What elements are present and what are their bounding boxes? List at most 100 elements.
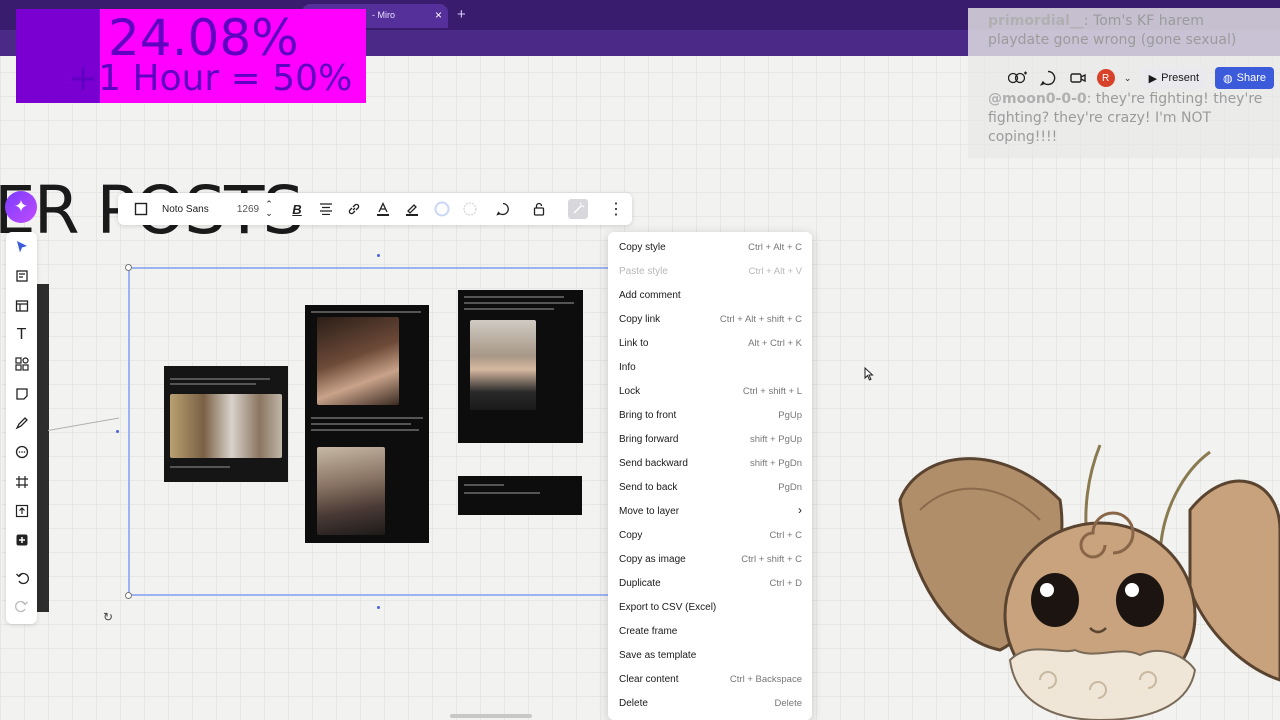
menu-item-lock[interactable]: Lock Ctrl + shift + L: [608, 380, 812, 404]
menu-item-label: Bring forward: [619, 434, 679, 445]
new-tab-button[interactable]: +: [457, 6, 466, 23]
menu-item-send-to-back[interactable]: Send to back PgDn: [608, 476, 812, 500]
menu-item-copy-as-image[interactable]: Copy as image Ctrl + shift + C: [608, 548, 812, 572]
present-button[interactable]: ▶ Present: [1140, 67, 1208, 89]
fill-color-icon[interactable]: [431, 193, 453, 225]
redo-icon[interactable]: [10, 594, 33, 617]
menu-item-copy[interactable]: Copy Ctrl + C: [608, 524, 812, 548]
menu-item-bring-forward[interactable]: Bring forward shift + PgUp: [608, 428, 812, 452]
shapes-icon[interactable]: [10, 352, 33, 375]
menu-item-send-backward[interactable]: Send backward shift + PgDn: [608, 452, 812, 476]
menu-item-copy-link[interactable]: Copy link Ctrl + Alt + shift + C: [608, 308, 812, 332]
menu-item-shortcut: Alt + Ctrl + K: [748, 338, 802, 349]
upload-icon[interactable]: [10, 499, 33, 522]
opacity-icon[interactable]: [459, 193, 481, 225]
menu-item-label: Link to: [619, 338, 649, 349]
rotate-icon[interactable]: ↻: [103, 610, 113, 624]
chevron-down-icon[interactable]: ⌄: [1123, 67, 1133, 89]
mouse-cursor-icon: [864, 366, 874, 384]
menu-item-shortcut: PgUp: [778, 410, 802, 421]
connection-dot-bottom[interactable]: [377, 606, 380, 609]
menu-item-clear-content[interactable]: Clear content Ctrl + Backspace: [608, 668, 812, 692]
comment-icon[interactable]: [492, 193, 514, 225]
left-toolbar: T: [6, 232, 37, 624]
shape-type-icon[interactable]: [130, 193, 152, 225]
table-icon[interactable]: [10, 294, 33, 317]
templates-icon[interactable]: [10, 264, 33, 287]
menu-item-link-to[interactable]: Link to Alt + Ctrl + K: [608, 332, 812, 356]
menu-item-label: Move to layer: [619, 506, 680, 517]
tab-close-icon[interactable]: ×: [435, 8, 442, 22]
top-right-toolbar: R ⌄ ▶ Present ◍ Share: [1000, 62, 1274, 94]
menu-item-duplicate[interactable]: Duplicate Ctrl + D: [608, 572, 812, 596]
sticky-note-icon[interactable]: [10, 382, 33, 405]
overlay-percent: 24.08%: [108, 9, 299, 67]
comment-tool-icon[interactable]: [10, 440, 33, 463]
menu-item-label: Bring to front: [619, 410, 677, 421]
connection-dot-left[interactable]: [116, 430, 119, 433]
highlight-icon[interactable]: [401, 193, 423, 225]
menu-item-shortcut: Ctrl + Alt + V: [748, 266, 802, 277]
ai-magic-icon[interactable]: [567, 193, 589, 225]
menu-item-export-csv[interactable]: Export to CSV (Excel): [608, 596, 812, 620]
menu-item-label: Copy as image: [619, 554, 686, 565]
menu-item-shortcut: Ctrl + D: [769, 578, 802, 589]
menu-item-shortcut: Ctrl + shift + L: [742, 386, 802, 397]
post-image[interactable]: [305, 305, 429, 543]
menu-item-label: Save as template: [619, 650, 697, 661]
menu-item-shortcut: Ctrl + shift + C: [741, 554, 802, 565]
menu-item-copy-style[interactable]: Copy style Ctrl + Alt + C: [608, 236, 812, 260]
resize-handle-top-left[interactable]: [125, 264, 132, 271]
bold-icon[interactable]: B: [286, 193, 308, 225]
video-call-icon[interactable]: [1067, 67, 1089, 89]
chevron-right-icon: ›: [798, 503, 802, 517]
menu-item-label: Send to back: [619, 482, 678, 493]
menu-item-label: Clear content: [619, 674, 679, 685]
font-size-input[interactable]: 1269: [234, 193, 262, 225]
menu-item-info[interactable]: Info: [608, 356, 812, 380]
overlay-hour-text: +1 Hour = 50%: [68, 58, 353, 99]
post-image[interactable]: [164, 366, 288, 482]
chat-message: @moon0-0-0: they're fighting! they're fi…: [988, 90, 1268, 147]
more-options-icon[interactable]: ⋮: [606, 193, 626, 225]
text-color-icon[interactable]: [372, 193, 394, 225]
menu-item-move-to-layer[interactable]: Move to layer ›: [608, 500, 812, 524]
undo-icon[interactable]: [10, 566, 33, 589]
horizontal-scrollbar[interactable]: [450, 714, 532, 718]
menu-item-save-as-template[interactable]: Save as template: [608, 644, 812, 668]
menu-item-label: Export to CSV (Excel): [619, 602, 717, 613]
font-size-stepper-icon[interactable]: ⌃ ⌄: [262, 193, 276, 225]
menu-item-label: Copy link: [619, 314, 661, 325]
resize-handle-bottom-left[interactable]: [125, 592, 132, 599]
text-tool-icon[interactable]: T: [10, 323, 33, 346]
menu-item-create-frame[interactable]: Create frame: [608, 620, 812, 644]
font-family-select[interactable]: Noto Sans: [162, 193, 222, 225]
connection-dot-top[interactable]: [377, 254, 380, 257]
pen-icon[interactable]: [10, 411, 33, 434]
frame-tool-icon[interactable]: [10, 470, 33, 493]
menu-item-label: Copy style: [619, 242, 666, 253]
menu-item-label: Duplicate: [619, 578, 661, 589]
menu-item-label: Add comment: [619, 290, 681, 301]
connector-line[interactable]: [47, 417, 119, 431]
menu-item-label: Paste style: [619, 266, 668, 277]
ai-assist-icon[interactable]: ✦: [5, 191, 37, 223]
menu-item-bring-to-front[interactable]: Bring to front PgUp: [608, 404, 812, 428]
menu-item-paste-style: Paste style Ctrl + Alt + V: [608, 260, 812, 284]
align-icon[interactable]: [315, 193, 337, 225]
menu-item-shortcut: PgDn: [778, 482, 802, 493]
lock-icon[interactable]: [528, 193, 550, 225]
menu-item-delete[interactable]: Delete Delete: [608, 692, 812, 716]
menu-item-label: Copy: [619, 530, 643, 541]
more-apps-icon[interactable]: [10, 528, 33, 551]
share-button[interactable]: ◍ Share: [1215, 67, 1274, 89]
share-label: Share: [1236, 72, 1266, 84]
post-image[interactable]: [458, 290, 583, 443]
reactions-icon[interactable]: [1007, 67, 1029, 89]
comment-icon[interactable]: [1037, 67, 1059, 89]
select-cursor-icon[interactable]: [10, 235, 33, 258]
avatar[interactable]: R: [1096, 69, 1115, 87]
menu-item-add-comment[interactable]: Add comment: [608, 284, 812, 308]
post-image[interactable]: [458, 476, 582, 515]
link-icon[interactable]: [343, 193, 365, 225]
